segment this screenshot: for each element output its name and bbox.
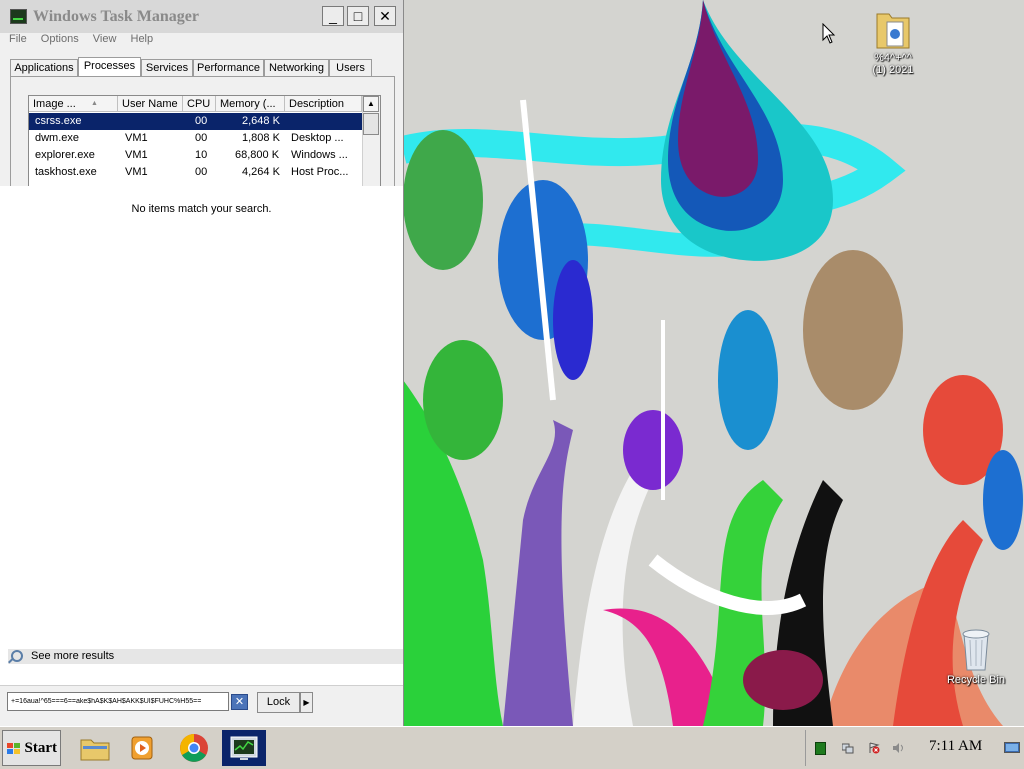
taskbar-chrome-button[interactable]	[172, 730, 216, 766]
cell-user: VM1	[125, 149, 148, 161]
cell-description: Desktop ...	[291, 132, 344, 144]
tab-applications[interactable]: Applications	[10, 59, 78, 76]
processes-panel: Image ... ▲ User Name CPU Memory (... De…	[10, 76, 395, 188]
column-user-name[interactable]: User Name	[118, 96, 183, 112]
clock[interactable]: 7:11 AM	[929, 738, 982, 755]
see-more-results-label: See more results	[31, 650, 115, 662]
cell-cpu: 00	[195, 166, 208, 178]
folder-library-icon	[80, 739, 110, 761]
notification-area: 7:11 AM	[805, 730, 1024, 766]
menu-file[interactable]: File	[9, 33, 27, 45]
column-image-name-label: Image ...	[33, 98, 76, 110]
table-row[interactable]: csrss.exe 00 2,648 K	[29, 113, 362, 130]
cell-image: csrss.exe	[35, 115, 82, 127]
task-manager-tray-icon[interactable]	[815, 742, 826, 755]
clear-search-button[interactable]: ✕	[231, 694, 248, 710]
search-icon	[11, 650, 23, 662]
cell-memory: 4,264 K	[242, 166, 280, 178]
process-list[interactable]: Image ... ▲ User Name CPU Memory (... De…	[28, 95, 381, 188]
cell-cpu: 10	[195, 149, 208, 161]
cell-description: Host Proc...	[291, 166, 349, 178]
see-more-results-link[interactable]: See more results	[8, 649, 403, 664]
tab-processes[interactable]: Processes	[78, 57, 141, 77]
windows-logo-icon	[7, 743, 20, 754]
folder-icon	[876, 13, 910, 49]
column-description[interactable]: Description	[285, 96, 362, 112]
window-title: Windows Task Manager	[33, 8, 199, 25]
media-player-icon	[131, 736, 153, 760]
menu-view[interactable]: View	[93, 33, 117, 45]
desktop-folder-label-2: (1) 2021	[872, 64, 914, 76]
show-desktop-icon[interactable]	[1004, 742, 1020, 754]
action-center-flag-icon[interactable]	[868, 742, 880, 754]
table-row[interactable]: taskhost.exe VM1 00 4,264 K Host Proc...	[29, 164, 362, 181]
scroll-thumb[interactable]	[363, 113, 379, 135]
table-row[interactable]: dwm.exe VM1 00 1,808 K Desktop ...	[29, 130, 362, 147]
cell-cpu: 00	[195, 132, 208, 144]
cell-image: taskhost.exe	[35, 166, 97, 178]
vertical-scrollbar[interactable]: ▲	[362, 96, 380, 188]
no-results-message: No items match your search.	[131, 203, 272, 215]
search-input[interactable]	[7, 692, 229, 711]
minimize-button[interactable]: _	[322, 6, 344, 26]
cell-image: explorer.exe	[35, 149, 95, 161]
start-label: Start	[24, 740, 58, 756]
tab-networking[interactable]: Networking	[264, 59, 329, 76]
tab-performance[interactable]: Performance	[193, 59, 264, 76]
search-bar: ✕ Lock ▶	[0, 685, 403, 727]
recycle-bin-label: Recycle Bin	[946, 674, 1006, 686]
desktop-recycle-bin[interactable]: Recycle Bin	[941, 624, 1011, 686]
lock-button[interactable]: Lock	[257, 692, 300, 713]
task-manager-icon	[10, 9, 27, 24]
cell-memory: 2,648 K	[242, 115, 280, 127]
mouse-cursor-icon	[822, 23, 836, 44]
tab-users[interactable]: Users	[329, 59, 372, 76]
cell-memory: 1,808 K	[242, 132, 280, 144]
maximize-button[interactable]: □	[347, 6, 369, 26]
scroll-up-icon[interactable]: ▲	[363, 96, 379, 112]
shutdown-options-arrow-icon[interactable]: ▶	[300, 692, 313, 713]
column-cpu[interactable]: CPU	[183, 96, 216, 112]
task-manager-icon	[230, 736, 258, 760]
sort-ascending-icon: ▲	[91, 100, 98, 107]
cell-description: Windows ...	[291, 149, 348, 161]
network-icon[interactable]	[842, 742, 854, 754]
close-button[interactable]: ✕	[374, 6, 396, 26]
taskbar-task-manager-button[interactable]	[222, 730, 266, 766]
recycle-bin-icon	[962, 629, 990, 671]
cell-memory: 68,800 K	[235, 149, 280, 161]
menu-options[interactable]: Options	[41, 33, 79, 45]
cell-cpu: 00	[195, 115, 208, 127]
taskbar-media-player-button[interactable]	[120, 730, 164, 766]
cell-user: VM1	[125, 132, 148, 144]
volume-icon[interactable]	[892, 742, 904, 754]
cell-user: VM1	[125, 166, 148, 178]
cell-image: dwm.exe	[35, 132, 80, 144]
table-row[interactable]: explorer.exe VM1 10 68,800 K Windows ...	[29, 147, 362, 164]
start-search-results: No items match your search. See more res…	[0, 186, 404, 727]
column-memory[interactable]: Memory (...	[216, 96, 285, 112]
title-bar[interactable]: Windows Task Manager _ □ ✕	[0, 0, 403, 33]
taskbar-explorer-button[interactable]	[73, 730, 117, 766]
menu-bar: File Options View Help	[0, 33, 155, 49]
menu-help[interactable]: Help	[131, 33, 154, 45]
chrome-icon	[180, 734, 208, 762]
desktop-wallpaper	[403, 0, 1024, 726]
column-image-name[interactable]: Image ... ▲	[29, 96, 118, 112]
start-button[interactable]: Start	[2, 730, 61, 766]
taskbar: Start 7:11 AM	[0, 726, 1024, 769]
desktop-folder-label-1: %4^+^^	[874, 52, 912, 64]
task-manager-window: Windows Task Manager _ □ ✕ File Options …	[0, 0, 404, 188]
tab-services[interactable]: Services	[141, 59, 193, 76]
desktop-folder-icon[interactable]: %4^+^^ (1) 2021	[858, 8, 928, 76]
